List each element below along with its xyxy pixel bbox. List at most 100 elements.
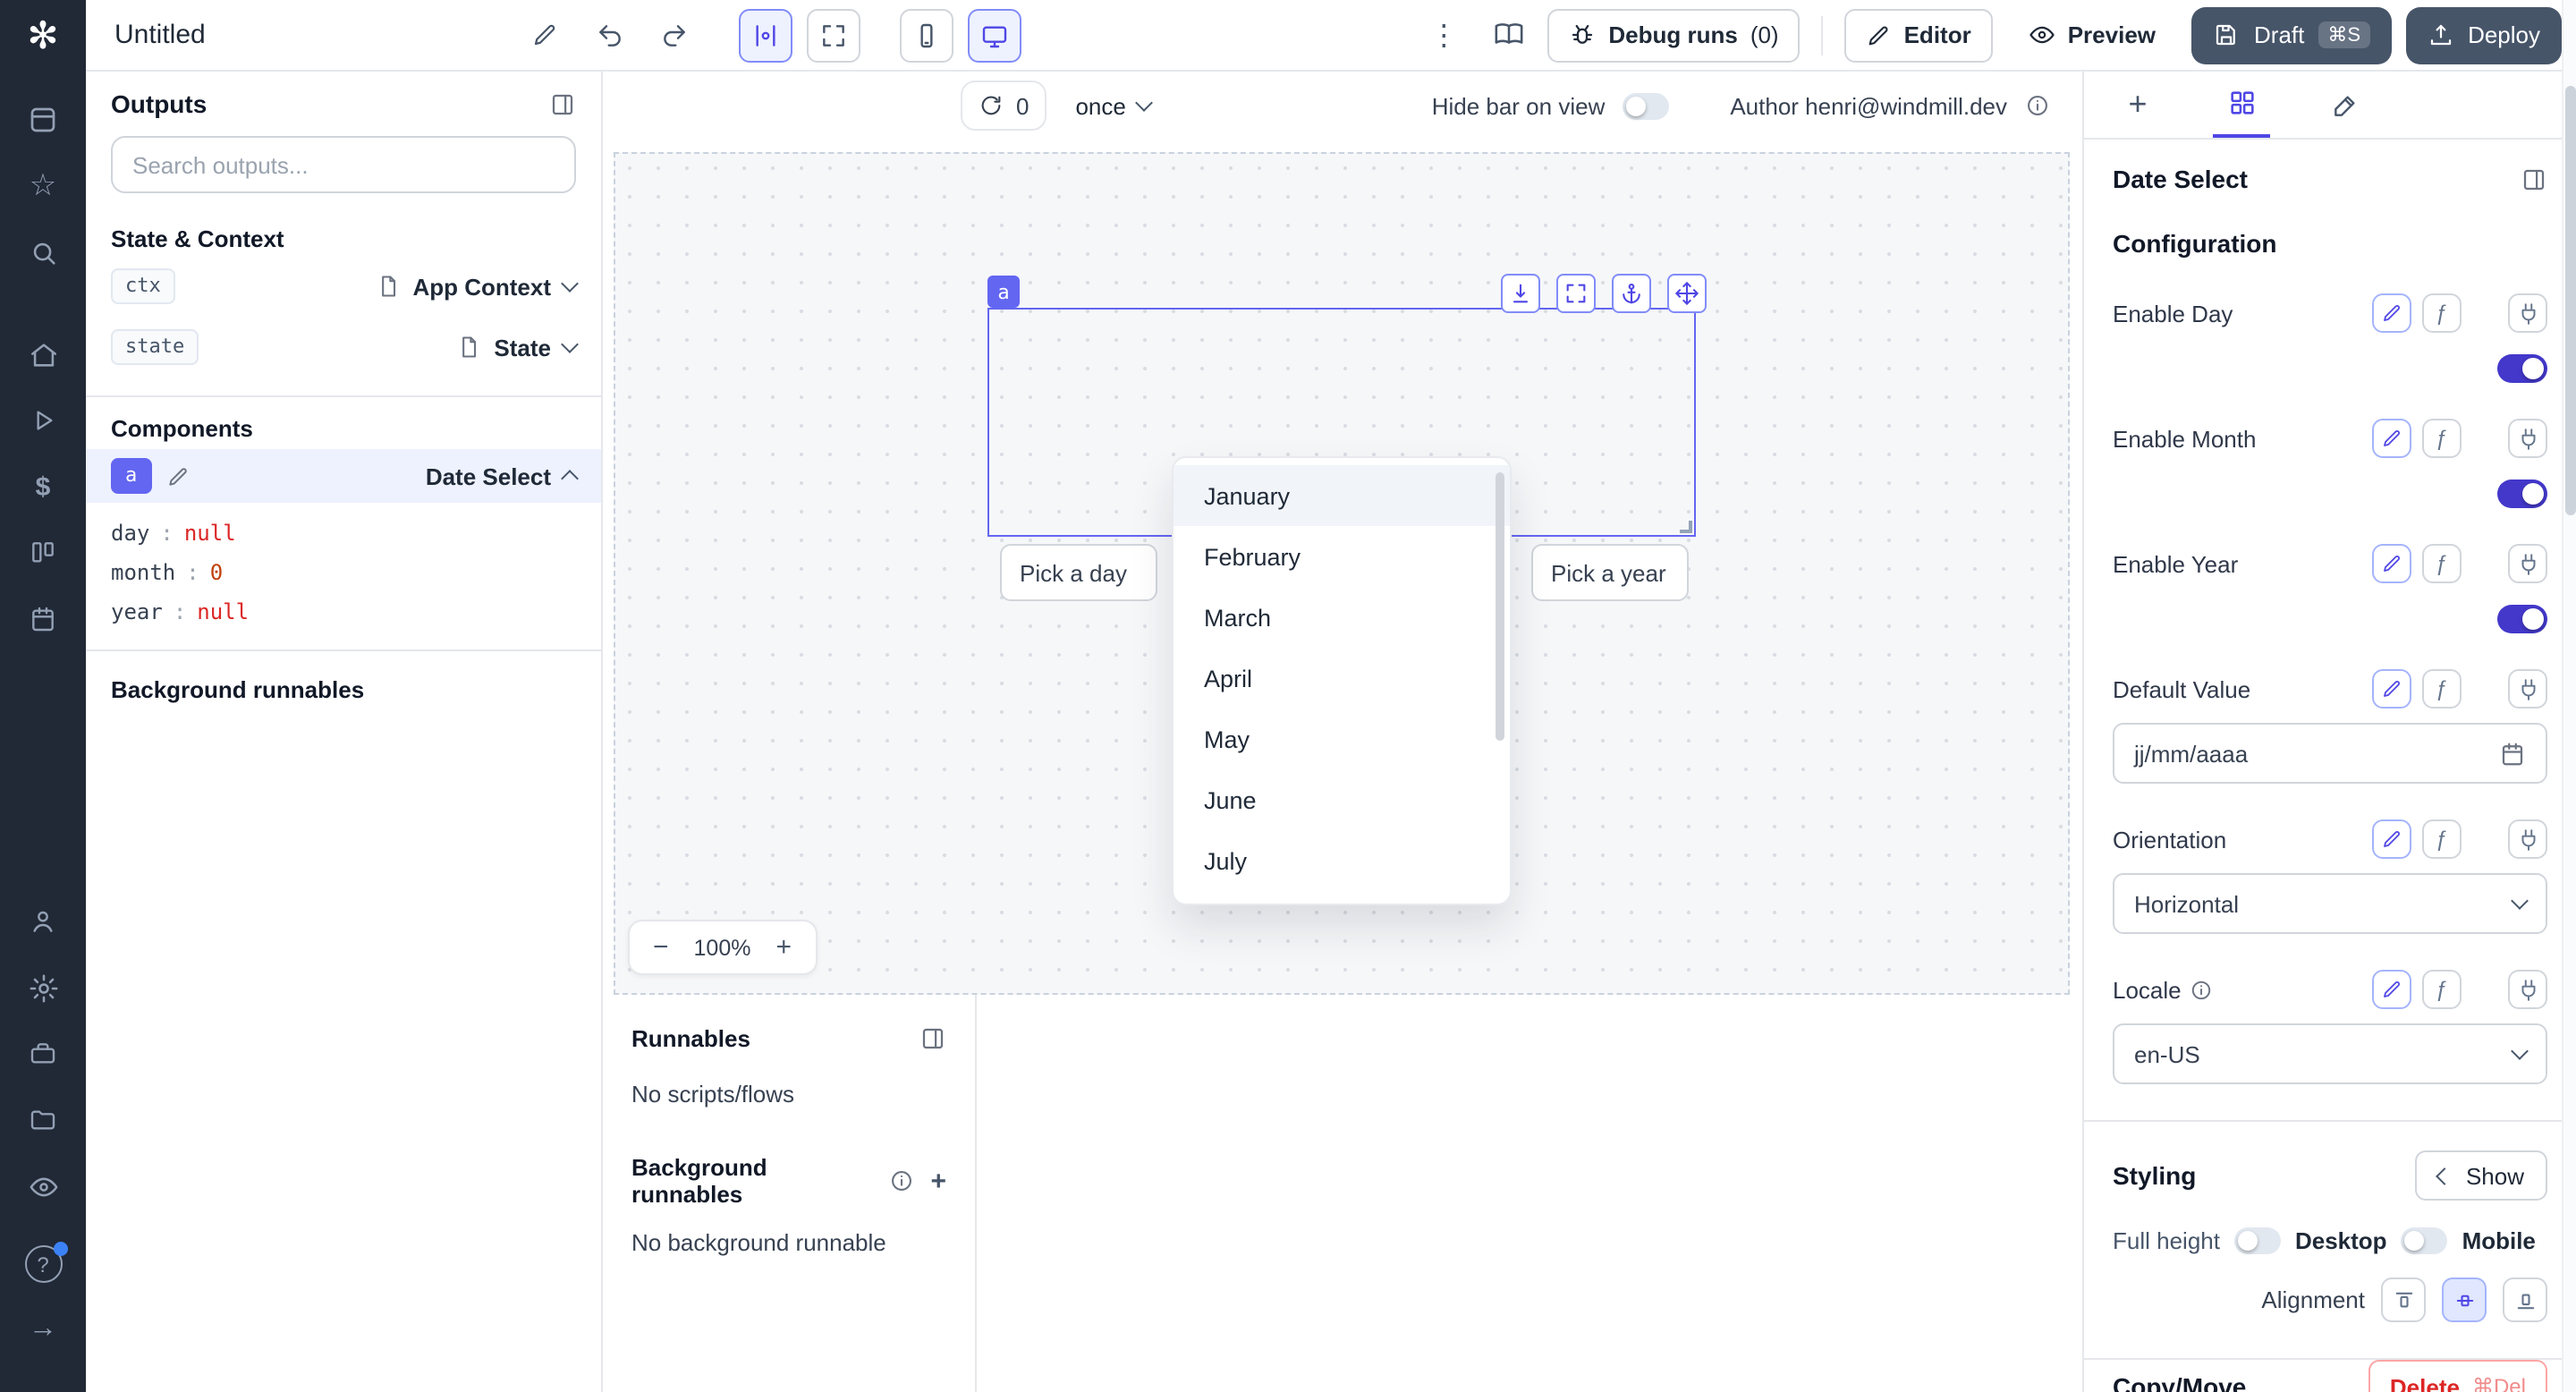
settings-gear-icon[interactable] bbox=[14, 963, 72, 1013]
connect-plug-icon[interactable] bbox=[2508, 544, 2547, 583]
draft-button[interactable]: Draft ⌘S bbox=[2191, 6, 2391, 64]
panel-icon[interactable] bbox=[919, 1025, 946, 1052]
month-option[interactable]: July bbox=[1174, 830, 1510, 891]
expand-down-icon[interactable] bbox=[1501, 274, 1540, 313]
state-row[interactable]: state State bbox=[86, 320, 601, 374]
info-icon[interactable] bbox=[2025, 93, 2050, 118]
static-pencil-icon[interactable] bbox=[2372, 970, 2411, 1009]
dropdown-scrollbar[interactable] bbox=[1496, 472, 1504, 741]
scrollbar-thumb[interactable] bbox=[2565, 86, 2576, 515]
chevron-down-icon[interactable] bbox=[561, 335, 579, 353]
show-styling-button[interactable]: Show bbox=[2416, 1150, 2547, 1201]
enable-year-toggle[interactable] bbox=[2497, 605, 2547, 633]
month-option[interactable]: January bbox=[1174, 465, 1510, 526]
chevron-down-icon[interactable] bbox=[561, 275, 579, 293]
more-menu-kebab-icon[interactable]: ⋮ bbox=[1419, 10, 1469, 60]
zoom-out-button[interactable]: − bbox=[653, 932, 669, 963]
move-icon[interactable] bbox=[1667, 274, 1707, 313]
anchor-icon[interactable] bbox=[1612, 274, 1651, 313]
resize-handle[interactable] bbox=[1680, 521, 1692, 533]
delete-component-button[interactable]: Delete ⌘Del bbox=[2368, 1360, 2547, 1392]
undo-icon[interactable] bbox=[585, 10, 635, 60]
desktop-view-icon[interactable] bbox=[968, 8, 1021, 62]
workers-case-icon[interactable] bbox=[14, 1029, 72, 1079]
collapse-arrow-icon[interactable]: → bbox=[14, 1304, 72, 1354]
refresh-count-button[interactable]: 0 bbox=[961, 81, 1046, 131]
runs-play-icon[interactable] bbox=[14, 395, 72, 446]
connect-plug-icon[interactable] bbox=[2508, 970, 2547, 1009]
debug-runs-button[interactable]: Debug runs (0) bbox=[1547, 8, 1800, 62]
zoom-in-button[interactable]: + bbox=[776, 932, 792, 963]
day-input[interactable]: Pick a day bbox=[1000, 544, 1157, 601]
search-icon[interactable] bbox=[14, 227, 72, 277]
default-value-date-input[interactable]: jj/mm/aaaa bbox=[2113, 723, 2547, 784]
home-icon[interactable] bbox=[14, 329, 72, 379]
preview-button[interactable]: Preview bbox=[2007, 8, 2177, 62]
enable-month-toggle[interactable] bbox=[2497, 480, 2547, 508]
panel-icon[interactable] bbox=[2521, 166, 2547, 192]
window-scrollbar[interactable] bbox=[2562, 0, 2576, 1392]
static-pencil-icon[interactable] bbox=[2372, 544, 2411, 583]
variables-dollar-icon[interactable]: $ bbox=[14, 462, 72, 512]
connect-plug-icon[interactable] bbox=[2508, 419, 2547, 458]
year-input[interactable]: Pick a year bbox=[1531, 544, 1689, 601]
fullwidth-icon[interactable] bbox=[807, 8, 860, 62]
schedules-calendar-icon[interactable] bbox=[14, 594, 72, 644]
static-pencil-icon[interactable] bbox=[2372, 293, 2411, 333]
output-prop-year[interactable]: year:null bbox=[111, 592, 576, 632]
function-icon[interactable]: ƒ bbox=[2422, 669, 2462, 709]
search-outputs-input[interactable] bbox=[111, 136, 576, 193]
connect-plug-icon[interactable] bbox=[2508, 669, 2547, 709]
component-a-row[interactable]: a Date Select bbox=[86, 449, 601, 503]
function-icon[interactable]: ƒ bbox=[2422, 544, 2462, 583]
align-bottom-icon[interactable] bbox=[2503, 1277, 2547, 1322]
deploy-button[interactable]: Deploy bbox=[2405, 6, 2562, 64]
hide-bar-toggle[interactable] bbox=[1623, 92, 1669, 119]
month-option[interactable]: May bbox=[1174, 709, 1510, 769]
panel-icon[interactable] bbox=[549, 90, 576, 117]
folders-icon[interactable] bbox=[14, 1095, 72, 1145]
output-prop-day[interactable]: day:null bbox=[111, 514, 576, 553]
static-pencil-icon[interactable] bbox=[2372, 419, 2411, 458]
connect-plug-icon[interactable] bbox=[2508, 819, 2547, 859]
styling-tab-brush-icon[interactable] bbox=[2317, 72, 2374, 138]
static-pencil-icon[interactable] bbox=[2372, 669, 2411, 709]
docs-book-icon[interactable] bbox=[1483, 10, 1533, 60]
chevron-up-icon[interactable] bbox=[561, 470, 579, 488]
audit-eye-icon[interactable] bbox=[14, 1161, 72, 1211]
month-option[interactable]: June bbox=[1174, 769, 1510, 830]
ctx-row[interactable]: ctx App Context bbox=[86, 259, 601, 313]
desktop-mobile-toggle[interactable] bbox=[2402, 1227, 2448, 1254]
full-height-toggle[interactable] bbox=[2234, 1227, 2281, 1254]
static-pencil-icon[interactable] bbox=[2372, 819, 2411, 859]
width-constraint-icon[interactable] bbox=[739, 8, 792, 62]
mobile-view-icon[interactable] bbox=[900, 8, 953, 62]
edit-title-pencil-icon[interactable] bbox=[521, 10, 571, 60]
windmill-logo-icon[interactable]: ✻ bbox=[27, 18, 58, 55]
function-icon[interactable]: ƒ bbox=[2422, 970, 2462, 1009]
boards-icon[interactable] bbox=[14, 528, 72, 578]
insert-tab-plus-icon[interactable]: + bbox=[2109, 72, 2166, 138]
info-icon[interactable] bbox=[889, 1168, 914, 1193]
align-top-icon[interactable] bbox=[2381, 1277, 2426, 1322]
month-option[interactable]: August bbox=[1174, 891, 1510, 905]
redo-icon[interactable] bbox=[649, 10, 699, 60]
apps-icon[interactable] bbox=[14, 95, 72, 145]
fullscreen-icon[interactable] bbox=[1556, 274, 1596, 313]
rename-pencil-icon[interactable] bbox=[165, 464, 189, 488]
month-option[interactable]: March bbox=[1174, 587, 1510, 648]
enable-day-toggle[interactable] bbox=[2497, 354, 2547, 383]
function-icon[interactable]: ƒ bbox=[2422, 293, 2462, 333]
user-icon[interactable] bbox=[14, 896, 72, 946]
component-settings-tab-icon[interactable] bbox=[2213, 72, 2270, 138]
connect-plug-icon[interactable] bbox=[2508, 293, 2547, 333]
component-id-tab[interactable]: a bbox=[987, 276, 1020, 308]
month-option[interactable]: February bbox=[1174, 526, 1510, 587]
output-prop-month[interactable]: month:0 bbox=[111, 553, 576, 592]
function-icon[interactable]: ƒ bbox=[2422, 419, 2462, 458]
month-option[interactable]: April bbox=[1174, 648, 1510, 709]
add-background-runnable-button[interactable]: + bbox=[930, 1166, 946, 1196]
editor-button[interactable]: Editor bbox=[1845, 8, 1993, 62]
align-center-icon[interactable] bbox=[2442, 1277, 2487, 1322]
app-canvas[interactable]: a Pick a day Pick a month Pick a year bbox=[614, 152, 2070, 995]
